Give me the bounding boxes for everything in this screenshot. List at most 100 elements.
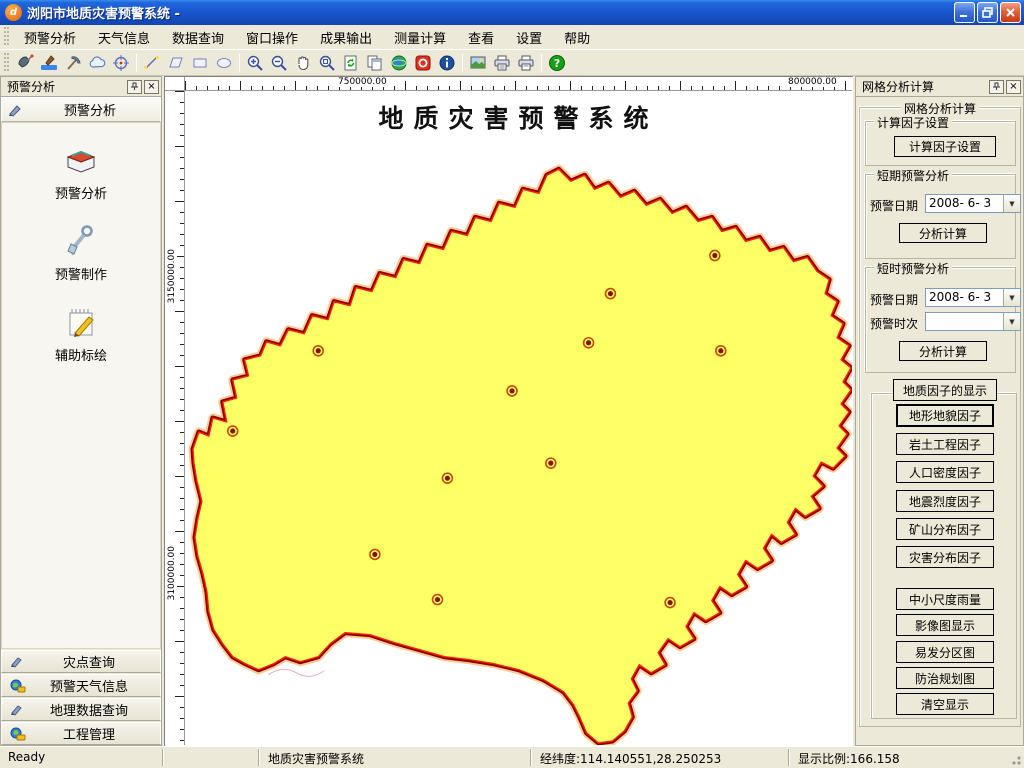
svg-text:?: ? (554, 57, 560, 70)
menu-measure-calc[interactable]: 测量计算 (383, 24, 457, 51)
short-time-period-combo[interactable]: ▼ (925, 312, 1021, 331)
minimize-button[interactable] (954, 2, 975, 23)
toolbar: ? (0, 50, 1024, 76)
pan-icon[interactable] (291, 52, 315, 74)
tool-assist-plot[interactable]: 辅助标绘 (2, 305, 160, 364)
close-icon[interactable]: × (144, 80, 159, 94)
stop-icon[interactable] (411, 52, 435, 74)
info-icon[interactable] (435, 52, 459, 74)
status-divider (162, 749, 163, 766)
water-level-icon[interactable] (37, 52, 61, 74)
status-bar: Ready 地质灾害预警系统 经纬度:114.140551,28.250253 … (0, 746, 1024, 768)
factors-header-button[interactable]: 地质因子的显示 (893, 379, 997, 401)
risk-map[interactable] (185, 91, 852, 745)
menu-settings[interactable]: 设置 (505, 24, 553, 51)
factor-population-button[interactable]: 人口密度因子 (896, 461, 994, 483)
menu-warning-analysis[interactable]: 预警分析 (13, 24, 87, 51)
globe-icon[interactable] (387, 52, 411, 74)
right-panel-title: 网格分析计算 (862, 78, 987, 95)
menu-view[interactable]: 查看 (457, 24, 505, 51)
chevron-down-icon[interactable]: ▼ (1003, 195, 1020, 212)
window-title: 浏阳市地质灾害预警系统 - (27, 3, 954, 22)
map-canvas[interactable]: 地质灾害预警系统 (185, 91, 852, 745)
short-time-date-combo[interactable]: 2008- 6- 3 ▼ (925, 288, 1021, 307)
zoom-in-icon[interactable] (243, 52, 267, 74)
menu-weather-info[interactable]: 天气信息 (87, 24, 161, 51)
pin-icon[interactable] (989, 80, 1004, 94)
tool-warning-analysis[interactable]: 预警分析 (2, 145, 160, 202)
outside-stream (268, 669, 324, 676)
bar-project-management[interactable]: 工程管理 (1, 722, 161, 745)
tool-label: 预警分析 (2, 183, 160, 202)
brush-icon (10, 655, 26, 668)
status-divider (530, 749, 531, 766)
draw-polygon-icon[interactable] (164, 52, 188, 74)
bar-geo-data-query[interactable]: 地理数据查询 (1, 698, 161, 721)
x-ruler-label: 800000.00 (787, 77, 838, 87)
restore-button[interactable] (977, 2, 998, 23)
prevention-plan-button[interactable]: 防治规划图 (896, 667, 994, 689)
y-ruler-label: 3100000.00 (167, 546, 177, 600)
susceptibility-map-button[interactable]: 易发分区图 (896, 641, 994, 663)
copy-layers-icon[interactable] (363, 52, 387, 74)
menu-window-ops[interactable]: 窗口操作 (235, 24, 309, 51)
clear-display-button[interactable]: 清空显示 (896, 693, 994, 715)
menubar-grip[interactable] (3, 27, 10, 46)
left-panel-titlebar: 预警分析 × (1, 77, 161, 97)
factor-settings-button[interactable]: 计算因子设置 (894, 136, 996, 157)
image-view-icon[interactable] (466, 52, 490, 74)
bar-disaster-point-query[interactable]: 灾点查询 (1, 650, 161, 673)
radar-icon[interactable] (13, 52, 37, 74)
short-term-date-combo[interactable]: 2008- 6- 3 ▼ (925, 194, 1021, 213)
menu-bar: 预警分析 天气信息 数据查询 窗口操作 成果输出 测量计算 查看 设置 帮助 (0, 25, 1024, 50)
zoom-window-icon[interactable] (315, 52, 339, 74)
left-panel-header-label: 预警分析 (26, 100, 154, 119)
bar-warning-weather-info[interactable]: 预警天气信息 (1, 674, 161, 697)
short-time-analyze-button[interactable]: 分析计算 (899, 341, 987, 361)
draw-line-icon[interactable] (140, 52, 164, 74)
chevron-down-icon[interactable]: ▼ (1003, 289, 1020, 306)
print-preview-icon[interactable] (514, 52, 538, 74)
status-scale: 显示比例:166.158 (798, 750, 900, 767)
status-coordinates: 经纬度:114.140551,28.250253 (540, 750, 721, 767)
close-button[interactable] (1000, 2, 1021, 23)
print-icon[interactable] (490, 52, 514, 74)
left-panel-title: 预警分析 (7, 78, 125, 95)
zoom-out-icon[interactable] (267, 52, 291, 74)
draw-ellipse-icon[interactable] (212, 52, 236, 74)
factor-seismic-button[interactable]: 地震烈度因子 (896, 490, 994, 512)
imagery-button[interactable]: 影像图显示 (896, 614, 994, 636)
map-viewport[interactable]: 750000.00 800000.00 3150000.00 3100000.0… (164, 76, 853, 746)
tool-list: 预警分析 预警制作 辅助标绘 (1, 122, 161, 649)
horizontal-ruler: 750000.00 800000.00 (185, 77, 852, 91)
map-title: 地质灾害预警系统 (185, 99, 852, 135)
draw-rectangle-icon[interactable] (188, 52, 212, 74)
pick-icon[interactable] (61, 52, 85, 74)
short-term-group: 短期预警分析 (865, 174, 1016, 259)
menu-result-output[interactable]: 成果输出 (309, 24, 383, 51)
factor-disaster-button[interactable]: 灾害分布因子 (896, 546, 994, 568)
short-term-analyze-button[interactable]: 分析计算 (899, 223, 987, 243)
resize-grip[interactable] (1009, 753, 1021, 765)
rainfall-button[interactable]: 中小尺度雨量 (896, 588, 994, 610)
factor-mine-button[interactable]: 矿山分布因子 (896, 518, 994, 540)
menu-help[interactable]: 帮助 (553, 24, 601, 51)
left-panel-header[interactable]: 预警分析 (1, 97, 161, 122)
tool-warning-production[interactable]: 预警制作 (2, 224, 160, 283)
factor-terrain-button[interactable]: 地形地貌因子 (896, 404, 994, 427)
brush-icon (10, 703, 26, 716)
toolbar-grip[interactable] (3, 53, 10, 73)
menu-data-query[interactable]: 数据查询 (161, 24, 235, 51)
tool-label: 辅助标绘 (2, 345, 160, 364)
cloud-icon[interactable] (85, 52, 109, 74)
close-icon[interactable]: × (1006, 80, 1021, 94)
refresh-icon[interactable] (339, 52, 363, 74)
pin-icon[interactable] (127, 80, 142, 94)
factor-geotech-button[interactable]: 岩土工程因子 (896, 433, 994, 455)
chevron-down-icon[interactable]: ▼ (1003, 313, 1020, 330)
locate-icon[interactable] (109, 52, 133, 74)
ruler-corner (165, 77, 185, 91)
book-icon (63, 145, 99, 177)
help-icon[interactable]: ? (545, 52, 569, 74)
toolbar-separator (541, 54, 542, 72)
